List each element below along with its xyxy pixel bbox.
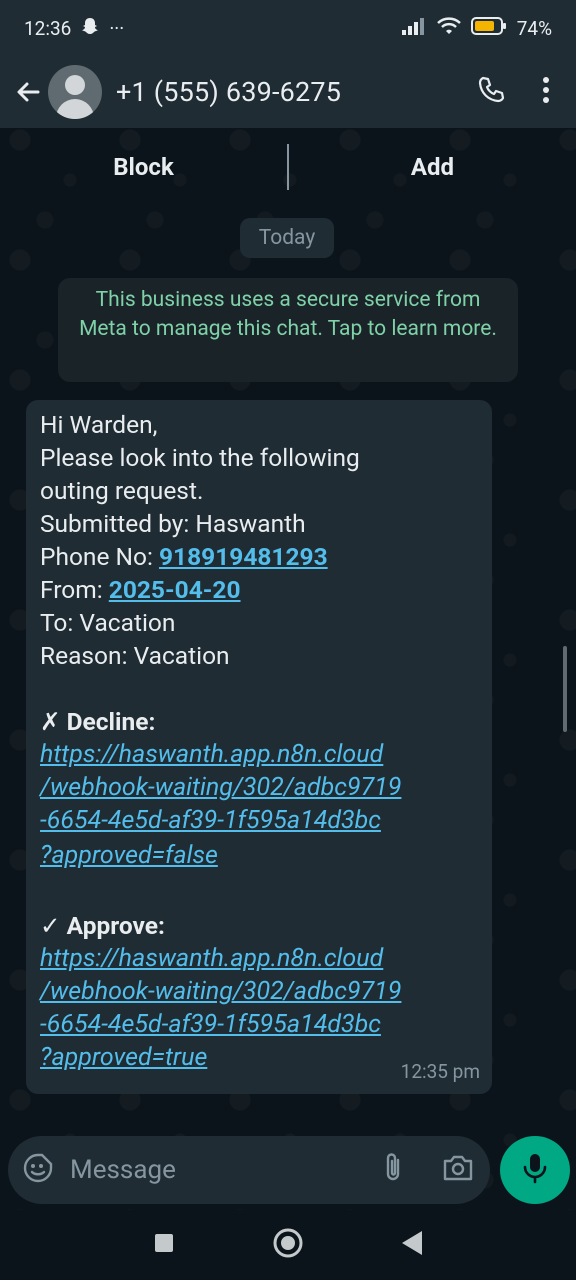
message-time: 12:35 pm [400, 1060, 480, 1083]
signal-icon [401, 16, 427, 41]
message-bubble[interactable]: Hi Warden, Please look into the followin… [26, 400, 492, 1094]
approve-heading: ✓ Approve: [40, 911, 165, 940]
attach-icon[interactable] [382, 1152, 404, 1188]
voice-message-button[interactable] [500, 1136, 570, 1204]
call-icon[interactable] [476, 75, 506, 109]
back-nav-icon[interactable] [400, 1229, 424, 1261]
chat-header: +1 (555) 639-6275 [0, 56, 576, 128]
contact-name[interactable]: +1 (555) 639-6275 [116, 76, 341, 108]
system-navigation-bar [0, 1210, 576, 1280]
message-line: outing request. [40, 476, 204, 505]
microphone-icon [522, 1152, 548, 1188]
message-line: Please look into the following [40, 443, 360, 472]
emoji-sticker-icon[interactable] [22, 1152, 54, 1188]
decline-link-part[interactable]: /webhook-waiting/302/adbc9719 [40, 771, 478, 804]
wifi-icon [436, 16, 461, 41]
recents-icon[interactable] [152, 1231, 176, 1259]
more-notifications-icon: ··· [109, 16, 125, 40]
decline-link-part[interactable]: ?approved=false [40, 839, 478, 872]
approve-link-part[interactable]: /webhook-waiting/302/adbc9719 [40, 975, 478, 1008]
battery-icon [470, 16, 507, 41]
message-composer[interactable]: Message [8, 1136, 490, 1204]
reason-row: Reason: Vacation [40, 641, 230, 670]
block-button[interactable]: Block [0, 153, 287, 181]
decline-link[interactable]: https://haswanth.app.n8n.cloud /webhook-… [40, 738, 478, 872]
submitted-by: Submitted by: Haswanth [40, 509, 306, 538]
scrollbar-thumb[interactable] [563, 646, 567, 732]
decline-heading: ✗ Decline: [40, 707, 156, 736]
phone-link[interactable]: 918919481293 [159, 542, 328, 571]
date-chip: Today [240, 218, 334, 258]
from-label: From: [40, 575, 109, 604]
status-bar: 12:36 ··· 74% [0, 0, 576, 56]
snapchat-icon [81, 17, 99, 40]
battery-percent: 74% [516, 16, 552, 40]
approve-link-part[interactable]: -6654-4e5d-af39-1f595a14d3bc [40, 1008, 478, 1041]
phone-label: Phone No: [40, 542, 159, 571]
add-contact-button[interactable]: Add [289, 153, 576, 181]
contact-avatar[interactable] [48, 65, 102, 119]
message-greeting: Hi Warden, [40, 410, 158, 439]
back-arrow-icon[interactable] [12, 76, 44, 108]
message-input[interactable]: Message [70, 1155, 382, 1185]
phone-row: Phone No: 918919481293 [40, 540, 478, 573]
from-row: From: 2025-04-20 [40, 573, 478, 606]
more-options-icon[interactable] [542, 76, 550, 108]
from-date-link[interactable]: 2025-04-20 [109, 575, 241, 604]
to-row: To: Vacation [40, 608, 176, 637]
decline-link-part[interactable]: -6654-4e5d-af39-1f595a14d3bc [40, 804, 478, 837]
home-icon[interactable] [272, 1227, 304, 1263]
status-time: 12:36 [24, 16, 72, 40]
business-notice[interactable]: This business uses a secure service from… [58, 278, 518, 382]
approve-link-part[interactable]: https://haswanth.app.n8n.cloud [40, 942, 478, 975]
camera-icon[interactable] [442, 1154, 474, 1186]
decline-link-part[interactable]: https://haswanth.app.n8n.cloud [40, 738, 478, 771]
unknown-contact-actions: Block Add [0, 128, 576, 206]
